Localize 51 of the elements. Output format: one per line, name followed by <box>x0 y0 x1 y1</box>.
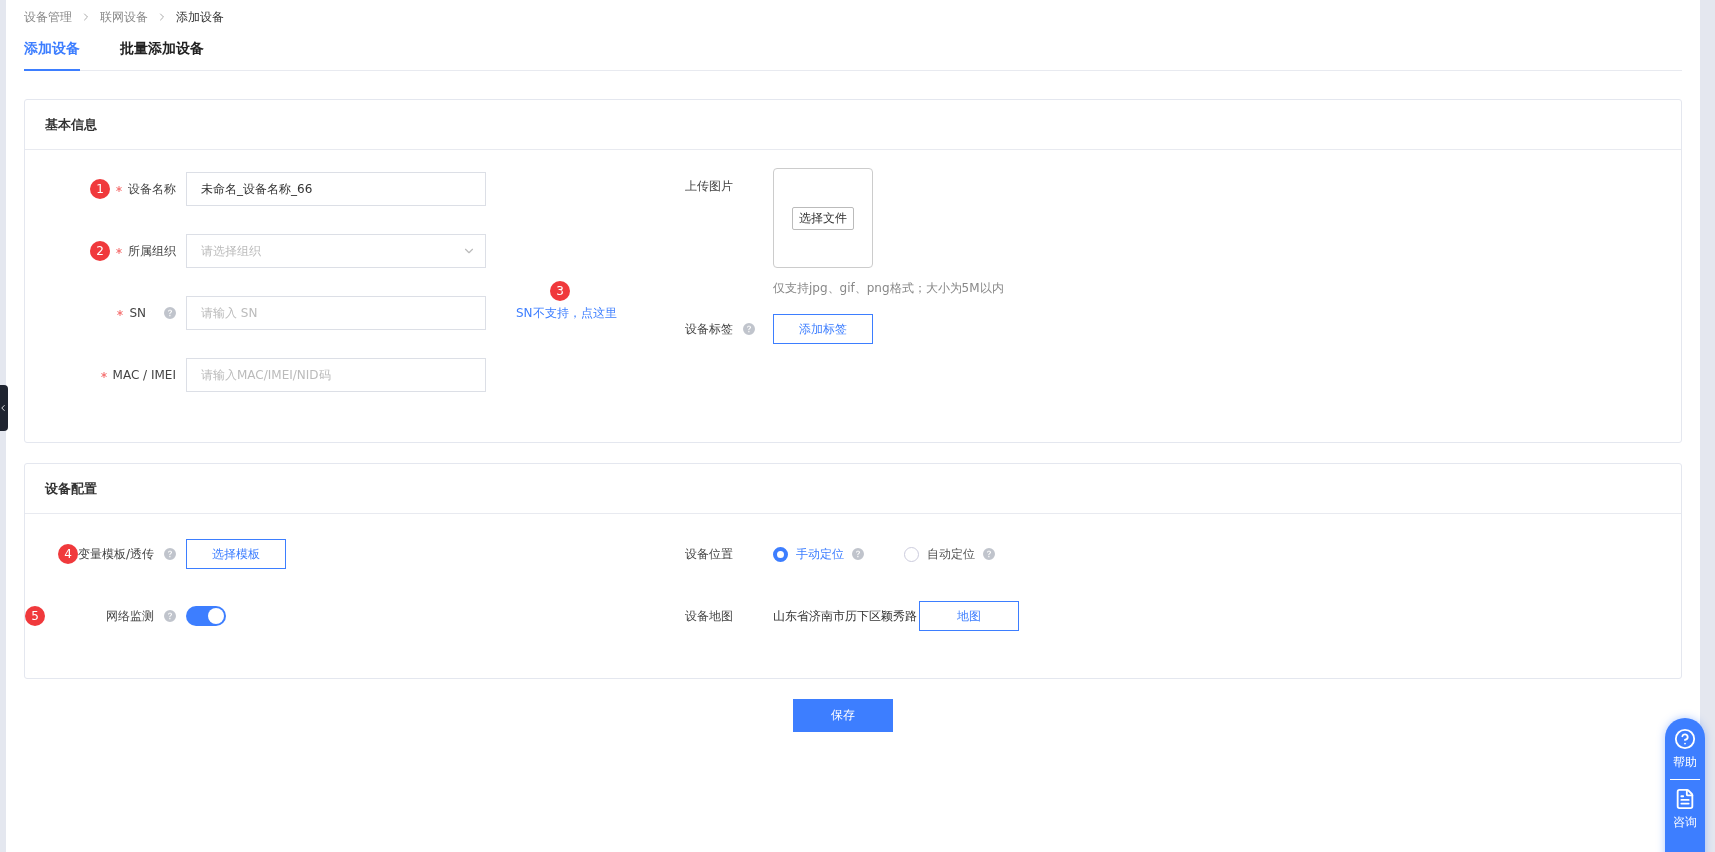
field-label: 设备标签 <box>685 320 733 338</box>
breadcrumb-item: 添加设备 <box>176 8 224 26</box>
help-icon[interactable] <box>164 610 176 622</box>
consult-button[interactable]: 咨询 <box>1673 788 1697 831</box>
help-icon[interactable] <box>164 548 176 560</box>
number-badge: 3 <box>550 280 570 301</box>
section-title: 设备配置 <box>25 464 1681 514</box>
number-badge: 1 <box>90 179 110 199</box>
document-icon <box>1674 788 1696 810</box>
field-label: 网络监测 <box>106 607 154 625</box>
field-label: 变量模板/透传 <box>77 545 154 563</box>
toggle-switch[interactable] <box>186 606 226 626</box>
radio-button[interactable] <box>904 546 919 562</box>
address-text: 山东省济南市历下区颖秀路 <box>773 607 917 625</box>
section-title: 基本信息 <box>25 100 1681 150</box>
upload-hint: 仅支持jpg、gif、png格式；大小为5M以内 <box>773 280 1004 297</box>
breadcrumb-item[interactable]: 设备管理 <box>24 8 72 26</box>
field-label: 上传图片 <box>685 178 733 195</box>
input-field[interactable]: 未命名_设备名称_66 <box>186 172 486 206</box>
field-label: 所属组织 <box>128 242 176 260</box>
number-badge: 4 <box>57 544 78 564</box>
input-field[interactable]: 请输入MAC/IMEI/NID码 <box>186 358 486 392</box>
radio-button[interactable] <box>773 546 788 562</box>
number-badge: 5 <box>25 606 45 626</box>
upload-box[interactable]: 选择文件 <box>773 168 873 268</box>
help-icon[interactable] <box>743 323 755 335</box>
field-label: 设备地图 <box>685 607 733 625</box>
help-icon[interactable] <box>852 548 864 560</box>
field-label: SN <box>129 306 146 320</box>
help-icon[interactable] <box>164 307 176 319</box>
help-button[interactable]: 帮助 <box>1673 728 1697 771</box>
choose-template-button[interactable]: 选择模板 <box>186 539 286 569</box>
breadcrumb-item[interactable]: 联网设备 <box>100 8 148 26</box>
field-label: 设备位置 <box>685 545 733 563</box>
field-label: 设备名称 <box>128 180 176 198</box>
tab[interactable]: 添加设备 <box>24 34 80 71</box>
field-label: MAC / IMEI <box>112 368 176 382</box>
radio-label[interactable]: 手动定位 <box>796 545 844 563</box>
map-button[interactable]: 地图 <box>919 601 1019 631</box>
select-field[interactable]: 请选择组织 <box>186 234 486 268</box>
help-icon[interactable] <box>983 548 995 560</box>
help-icon <box>1674 728 1696 750</box>
add-tag-button[interactable]: 添加标签 <box>773 314 873 344</box>
number-badge: 2 <box>90 241 110 261</box>
save-button[interactable]: 保存 <box>793 699 893 732</box>
radio-label[interactable]: 自动定位 <box>927 545 975 563</box>
chevron-left-icon <box>0 403 8 413</box>
input-field[interactable]: 请输入 SN <box>186 296 486 330</box>
choose-file-button[interactable]: 选择文件 <box>792 206 854 230</box>
tab[interactable]: 批量添加设备 <box>120 34 204 71</box>
sn-unsupported-link[interactable]: SN不支持，点这里 <box>516 305 617 320</box>
